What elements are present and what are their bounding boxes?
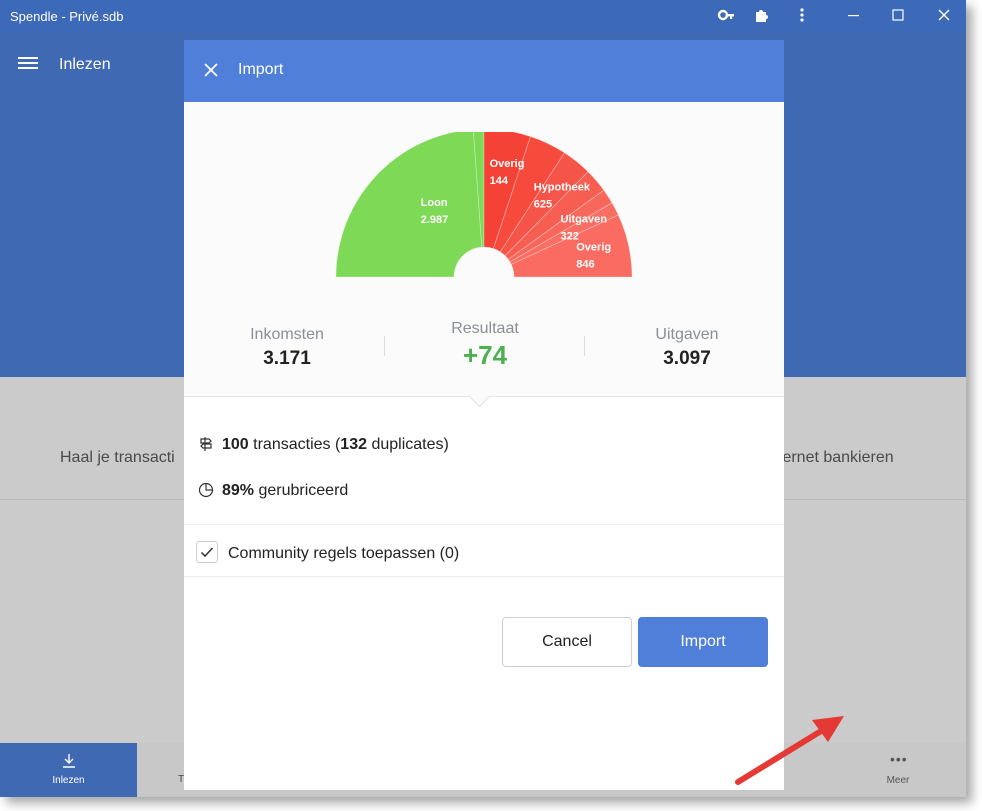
checkmark-icon [200,547,214,558]
chart-slice-label: 846 [576,258,594,270]
import-summary: Loon 2.987 Overig 144 Hypotheek 625 Uitgaven 32… [184,102,784,397]
divider [584,336,585,356]
import-dialog: Import Loon 2.987 Overig 144 Hypotheek 625 Uit… [184,40,844,790]
chart-slice-label: Uitgaven [561,213,608,225]
chart-slice-label: Hypotheek [534,181,591,193]
import-button[interactable]: Import [638,617,768,667]
annotation-arrow [735,716,844,785]
hamburger-menu-icon[interactable] [18,54,38,74]
minimize-icon[interactable] [844,6,864,26]
result-stat: Resultaat +74 [385,320,585,371]
nav-item-label: Inlezen [52,775,85,786]
nav-item-label: Meer [886,775,910,786]
dialog-header: Import [184,40,784,102]
key-icon[interactable] [716,6,736,26]
extension-icon[interactable] [752,6,772,26]
income-value: 3.171 [263,348,311,369]
chart-slice-label: 144 [490,175,509,187]
categorized-text: 89% gerubriceerd [222,482,349,499]
maximize-icon[interactable] [888,6,908,26]
page-title: Inlezen [59,56,111,73]
income-label: Inkomsten [250,326,324,343]
title-bar: Spendle - Privé.sdb [0,0,966,32]
cancel-button[interactable]: Cancel [502,617,632,667]
dialog-title: Import [238,61,284,78]
download-icon [61,753,77,769]
more-horiz-icon: ••• [890,751,908,767]
close-window-icon[interactable] [934,6,954,26]
chart-slice-label: Loon [421,197,448,209]
more-vert-icon[interactable] [792,6,812,26]
window-title: Spendle - Privé.sdb [10,9,124,24]
community-rules-checkbox[interactable] [196,541,218,563]
chart-slice-label: 2.987 [421,214,449,226]
divider [184,576,784,577]
income-stat: Inkomsten 3.171 [187,326,387,370]
expenses-value: 3.097 [663,348,711,369]
instruction-text-right: ternet bankieren [778,449,894,466]
chart-slice [335,132,483,278]
community-rules-label[interactable]: Community regels toepassen (0) [228,545,459,563]
expenses-stat: Uitgaven 3.097 [587,326,787,370]
expenses-label: Uitgaven [655,326,719,343]
nav-item-inlezen[interactable]: Inlezen [0,743,137,797]
transactions-text: 100 transacties (132 duplicates) [222,436,449,453]
pie-chart-icon [198,482,214,498]
instruction-text-left: Haal je transacti [60,449,175,466]
result-label: Resultaat [451,320,519,337]
chart-slice-label: Overig [490,158,525,170]
close-icon[interactable] [204,63,218,77]
chart-slice-label: 625 [534,198,552,210]
divider [184,524,784,525]
chart-slice-label: Overig [576,241,611,253]
result-value: +74 [462,340,508,370]
income-expense-chart: Loon2.987Overig144Hypotheek625Uitgaven32… [335,132,633,278]
nav-item-meer[interactable]: ••• Meer [870,743,926,797]
signpost-icon [198,436,214,452]
